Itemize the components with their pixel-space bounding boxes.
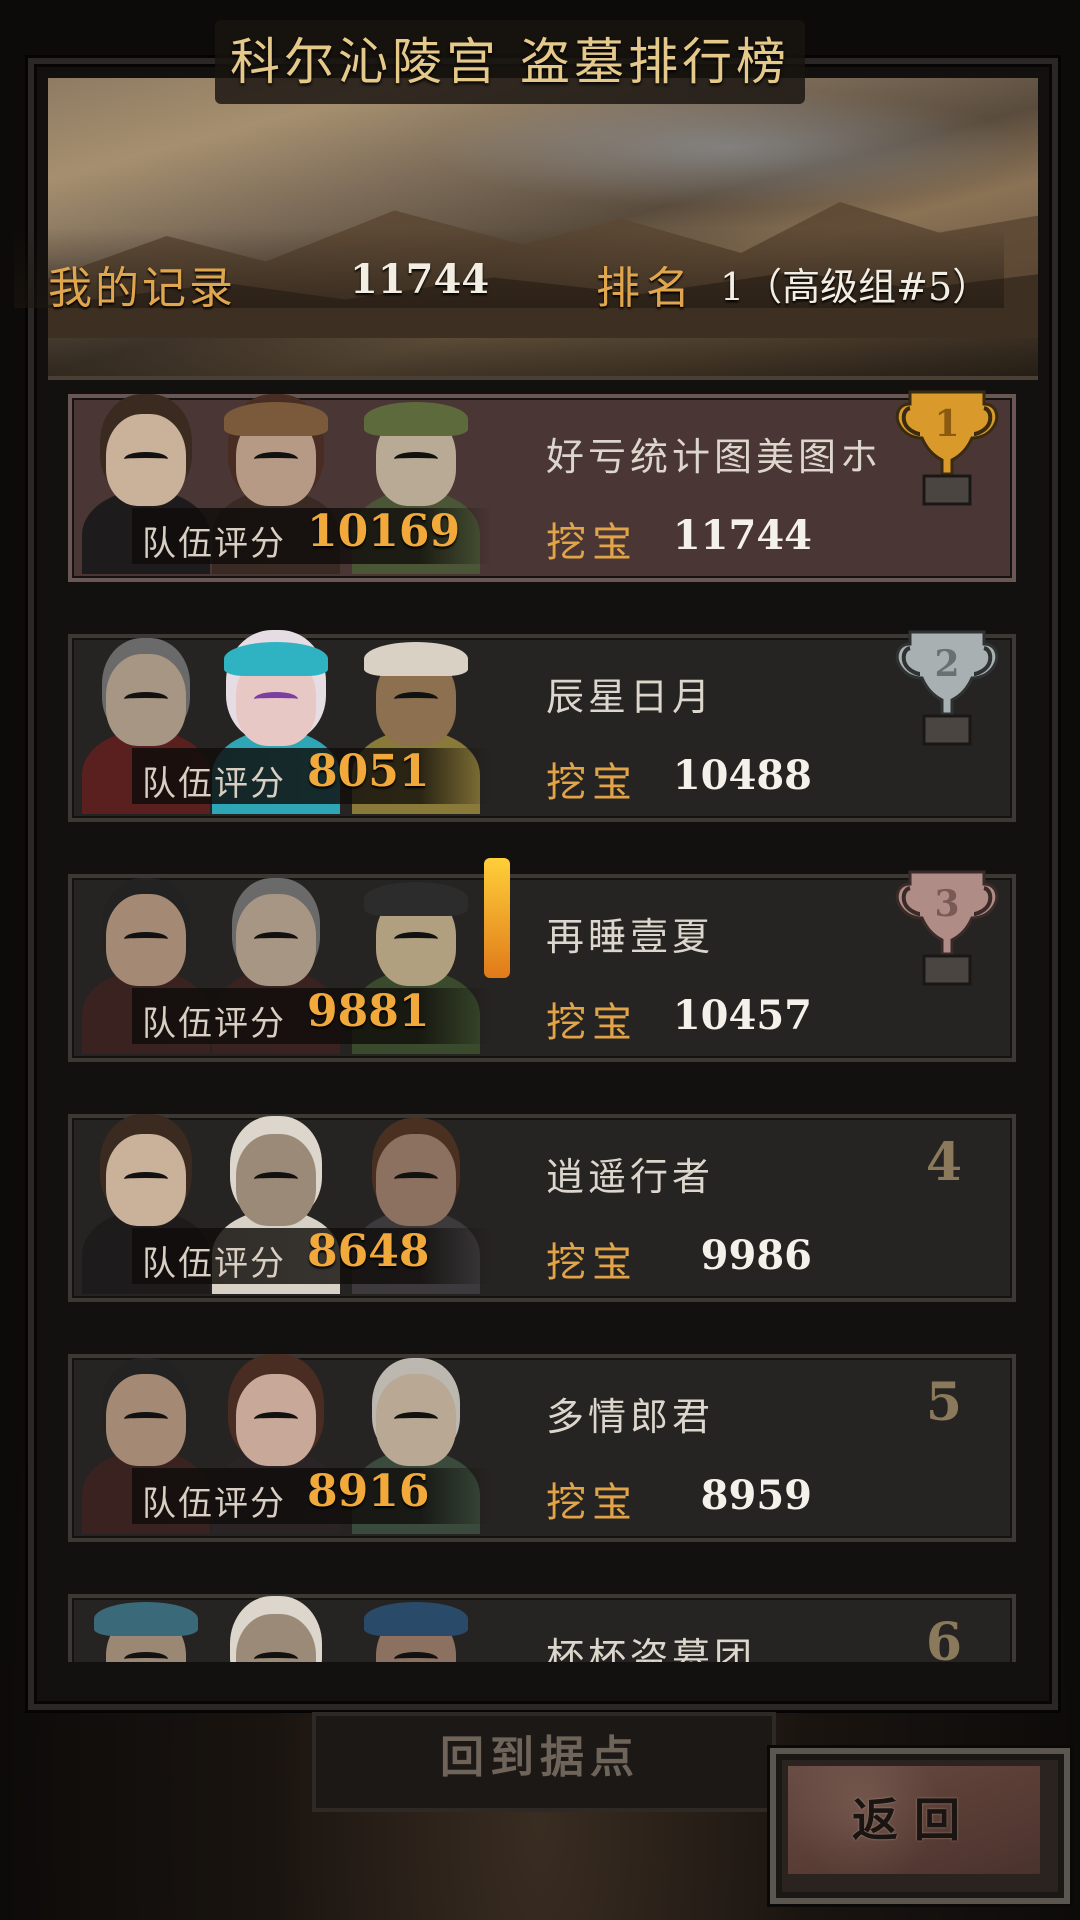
team-score-value: 10169	[307, 506, 461, 557]
team-score-label: 队伍评分	[142, 1004, 286, 1044]
list-item[interactable]: 杯杯盗墓团 6	[68, 1594, 1016, 1662]
rank-number: 2	[934, 643, 959, 685]
ranking-list[interactable]: 队伍评分 10169 好亏统计图美图ホ 挖宝 11744 1 队伍评分 8051…	[0, 0, 1080, 1662]
bronze-trophy-icon: 3	[895, 870, 999, 986]
dig-label: 挖宝	[546, 520, 638, 566]
team-score-value: 8051	[307, 746, 430, 797]
team-score-label: 队伍评分	[142, 1484, 286, 1524]
player-name: 多情郎君	[546, 1395, 715, 1439]
dig-value: 10457	[672, 992, 812, 1039]
rank-number: 6	[925, 1612, 962, 1662]
dig-label: 挖宝	[546, 1000, 638, 1046]
team-score-label: 队伍评分	[142, 524, 286, 564]
list-item[interactable]: 队伍评分 8916 多情郎君 挖宝 8959 5	[68, 1354, 1016, 1542]
list-item[interactable]: 队伍评分 9881 再睡壹夏 挖宝 10457 3	[68, 858, 1016, 1062]
back-button-label[interactable]: 返回	[788, 1766, 1040, 1874]
dig-value: 9986	[700, 1232, 812, 1279]
team-score-value: 8648	[307, 1226, 430, 1277]
team-score-label: 队伍评分	[142, 1244, 286, 1284]
character-portrait	[206, 1594, 346, 1662]
dig-value: 11744	[672, 512, 812, 559]
player-name: 好亏统计图美图ホ	[546, 435, 883, 479]
team-score-value: 8916	[307, 1466, 430, 1517]
character-portrait	[76, 1594, 216, 1662]
list-item[interactable]: 队伍评分 8051 辰星日月 挖宝 10488 2	[68, 630, 1016, 822]
dig-label: 挖宝	[546, 1480, 638, 1526]
player-name: 再睡壹夏	[546, 915, 715, 959]
list-item[interactable]: 队伍评分 8648 逍遥行者 挖宝 9986 4	[68, 1114, 1016, 1302]
dig-value: 10488	[672, 752, 812, 799]
rank-number: 5	[925, 1372, 962, 1433]
gold-trophy-icon: 1	[895, 390, 999, 506]
team-score-value: 9881	[307, 986, 430, 1037]
silver-trophy-icon: 2	[895, 630, 999, 746]
list-item[interactable]: 队伍评分 10169 好亏统计图美图ホ 挖宝 11744 1	[68, 390, 1016, 582]
dig-label: 挖宝	[546, 760, 638, 806]
team-portraits	[76, 1578, 526, 1662]
rank-number: 1	[934, 403, 959, 445]
rank-number: 4	[925, 1132, 962, 1193]
character-portrait	[346, 1594, 486, 1662]
dig-label: 挖宝	[546, 1240, 638, 1286]
team-score-label: 队伍评分	[142, 764, 286, 804]
rank-number: 3	[934, 883, 959, 925]
player-name: 杯杯盗墓团	[546, 1635, 757, 1662]
talisman-flame	[484, 858, 510, 978]
player-name: 辰星日月	[546, 675, 715, 719]
return-base-label[interactable]: 回到据点	[312, 1712, 768, 1804]
player-name: 逍遥行者	[546, 1155, 715, 1199]
dig-value: 8959	[700, 1472, 812, 1519]
